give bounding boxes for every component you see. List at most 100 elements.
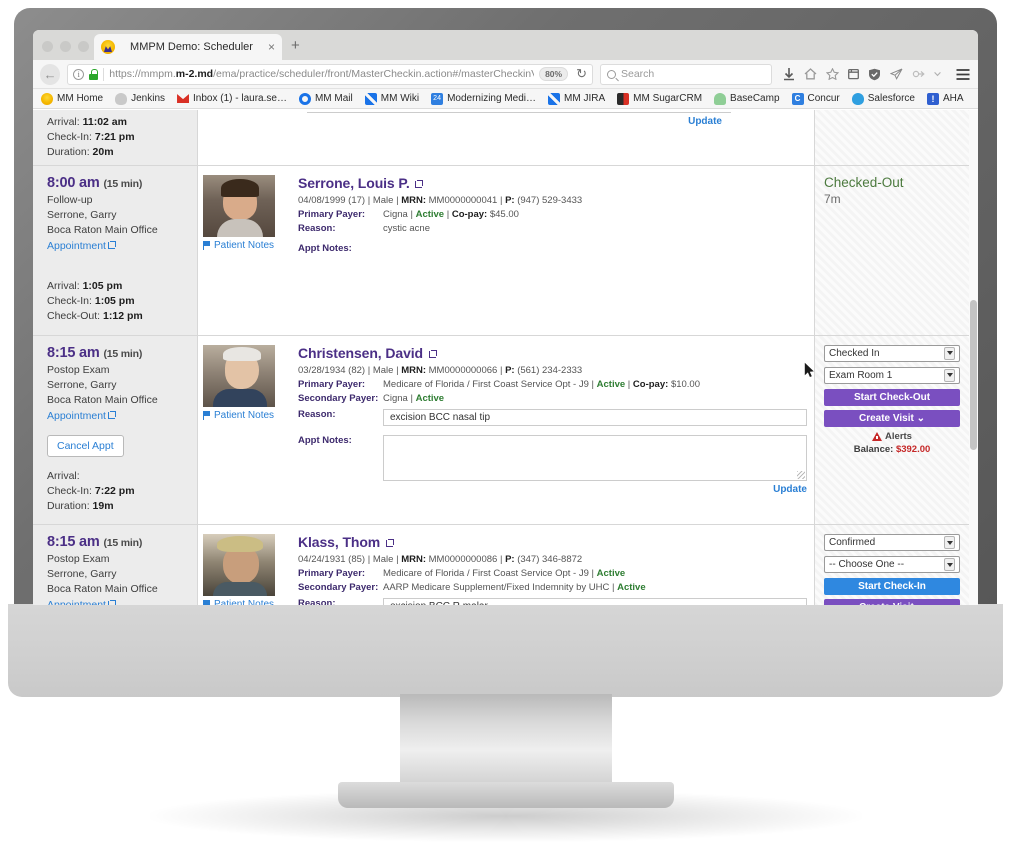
appointment-detail-column: Update	[198, 110, 814, 165]
chevron-down-icon	[944, 536, 955, 550]
monitor-chin	[8, 604, 1003, 697]
maximize-window-button[interactable]	[78, 41, 89, 52]
reason-input[interactable]	[383, 408, 807, 426]
appointment-provider: Serrone, Garry	[47, 378, 117, 391]
bookmark-label: BaseCamp	[730, 93, 780, 104]
patient-name[interactable]: Serrone, Louis P.	[298, 175, 810, 191]
exam-room-select[interactable]: -- Choose One --	[824, 556, 960, 574]
reason-row: Reason: cystic acne	[298, 223, 810, 234]
hamburger-menu-icon[interactable]	[955, 68, 971, 81]
window-traffic-lights[interactable]	[42, 41, 89, 52]
bookmark-aha[interactable]: ! AHA	[927, 92, 964, 105]
divider	[103, 67, 105, 81]
bookmark-label: Concur	[807, 93, 840, 104]
pocket-icon[interactable]	[912, 68, 925, 80]
monitor-stand-neck	[400, 694, 612, 788]
appointment-actions-column	[814, 110, 969, 165]
appointment-link[interactable]: Appointment	[47, 599, 116, 605]
patient-avatar	[203, 534, 275, 597]
create-visit-button[interactable]: Create Visit ⌄	[824, 409, 960, 427]
appointment-rows: Arrival: 11:02 am Check-In: 7:21 pm Dura…	[33, 110, 969, 605]
bookmark-jenkins[interactable]: Jenkins	[115, 92, 165, 105]
home-icon[interactable]	[804, 68, 817, 80]
address-bar[interactable]: i https://mmpm.m-2.md/ema/practice/sched…	[67, 63, 593, 85]
page-info-icon[interactable]: i	[73, 68, 85, 80]
appointment-times: Arrival: 11:02 am Check-In: 7:21 pm Dura…	[47, 115, 185, 161]
lock-icon	[89, 68, 99, 80]
chevron-down-icon	[944, 558, 955, 572]
primary-payer-value: Medicare of Florida / First Coast Servic…	[383, 568, 626, 580]
close-window-button[interactable]	[42, 41, 53, 52]
close-tab-icon[interactable]: ×	[268, 41, 275, 53]
appointment-details: Klass, Thom 04/24/1931 (85) | Male | MRN…	[298, 534, 814, 605]
start-check-in-button[interactable]: Start Check-In	[824, 578, 960, 596]
start-check-out-button[interactable]: Start Check-Out	[824, 388, 960, 406]
bookmark-basecamp[interactable]: BaseCamp	[714, 92, 780, 105]
status-badge: Checked-Out	[824, 175, 904, 190]
update-link[interactable]: Update	[198, 116, 728, 127]
checkin-status-value: Confirmed	[829, 537, 876, 549]
create-visit-button[interactable]: Create Visit ⌄	[824, 599, 960, 605]
exam-room-select[interactable]: Exam Room 1	[824, 366, 960, 384]
flag-icon	[203, 410, 211, 420]
appointment-duration: (15 min)	[103, 537, 143, 550]
appointment-type: Postop Exam	[47, 553, 110, 566]
bookmark-mm-wiki[interactable]: MM Wiki	[364, 92, 419, 105]
new-tab-button[interactable]: +	[291, 38, 300, 53]
mm-logo-icon	[41, 92, 53, 105]
alerts-link[interactable]: Alerts	[824, 431, 960, 442]
patient-name[interactable]: Christensen, David	[298, 345, 810, 361]
bookmark-mm-mail[interactable]: MM Mail	[298, 92, 353, 105]
cancel-appt-button[interactable]: Cancel Appt	[47, 434, 124, 457]
bookmark-star-icon[interactable]	[826, 68, 839, 80]
appointment-left-column: Arrival: 11:02 am Check-In: 7:21 pm Dura…	[33, 110, 198, 165]
appointment-left-column: 8:15 am (15 min) Postop Exam Serrone, Ga…	[33, 335, 198, 525]
patient-name[interactable]: Klass, Thom	[298, 534, 810, 550]
checkin-status-select[interactable]: Checked In	[824, 344, 960, 362]
monitor-stand-base	[338, 782, 674, 808]
bookmark-mm-home[interactable]: MM Home	[41, 92, 103, 105]
bookmark-mm-sugarcrm[interactable]: MM SugarCRM	[617, 92, 702, 105]
chevron-down-icon[interactable]	[934, 71, 941, 77]
reason-label: Reason:	[298, 598, 336, 605]
bookmark-salesforce[interactable]: Salesforce	[851, 92, 915, 105]
reload-icon[interactable]: ↻	[573, 66, 587, 82]
library-icon[interactable]	[848, 68, 859, 80]
downloads-icon[interactable]	[783, 67, 795, 81]
bookmark-concur[interactable]: C Concur	[791, 92, 840, 105]
appointment-link[interactable]: Appointment	[47, 240, 116, 252]
jira-icon	[548, 92, 561, 105]
zoom-level-badge[interactable]: 80%	[539, 67, 569, 81]
patient-notes-link[interactable]: Patient Notes	[203, 599, 298, 605]
bookmark-modernizing-medicine[interactable]: 24 Modernizing Medi…	[431, 92, 536, 105]
appt-notes-textarea[interactable]	[383, 434, 807, 481]
patient-notes-link[interactable]: Patient Notes	[203, 410, 298, 421]
appointment-details: Christensen, David 03/28/1934 (82) | Mal…	[298, 345, 814, 517]
minimize-window-button[interactable]	[60, 41, 71, 52]
search-input[interactable]: Search	[600, 63, 772, 85]
scrollbar-thumb[interactable]	[970, 300, 977, 450]
update-link[interactable]: Update	[298, 484, 813, 495]
bookmark-inbox[interactable]: Inbox (1) - laura.se…	[177, 93, 287, 105]
sugarcrm-icon	[617, 92, 630, 105]
patient-notes-link[interactable]: Patient Notes	[203, 240, 298, 251]
chevron-down-icon	[944, 368, 955, 382]
page-scrollbar[interactable]	[969, 110, 978, 605]
reason-input[interactable]	[383, 598, 807, 605]
checkin-status-select[interactable]: Confirmed	[824, 534, 960, 552]
appointment-link[interactable]: Appointment	[47, 410, 116, 422]
time-duration: Duration: 20m	[47, 146, 114, 159]
bookmark-mm-jira[interactable]: MM JIRA	[548, 92, 605, 105]
shield-icon[interactable]	[868, 68, 881, 81]
back-button[interactable]: ←	[40, 63, 61, 85]
external-link-icon	[107, 600, 116, 605]
appointment-actions-column: Checked-Out 7m	[814, 166, 969, 335]
browser-window: MMPM Demo: Scheduler × + ← i https://mmp…	[33, 30, 978, 605]
bookmarks-bar: MM Home Jenkins Inbox (1) - laura.se… MM…	[33, 89, 978, 109]
secondary-payer-label: Secondary Payer:	[298, 392, 379, 404]
warning-icon	[872, 431, 883, 441]
send-icon[interactable]	[890, 68, 903, 80]
primary-payer-value: Cigna | Active | Co-pay: $45.00	[383, 209, 519, 220]
browser-tab[interactable]: MMPM Demo: Scheduler ×	[94, 34, 282, 60]
browser-tabstrip: MMPM Demo: Scheduler × +	[33, 30, 978, 60]
